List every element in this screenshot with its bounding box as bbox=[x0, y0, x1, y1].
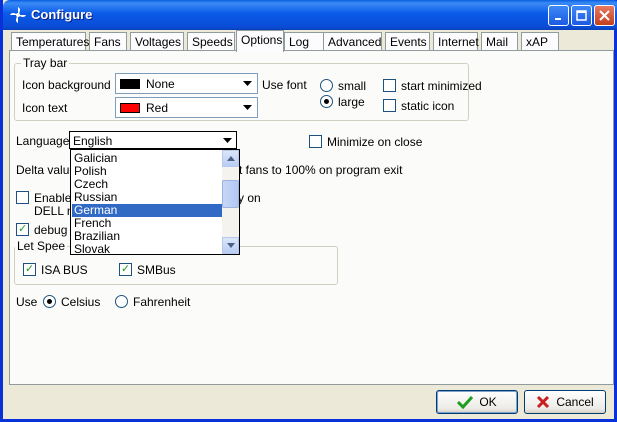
scroll-thumb[interactable] bbox=[222, 180, 239, 208]
ok-button[interactable]: OK bbox=[436, 390, 518, 414]
large-radio[interactable] bbox=[320, 95, 333, 108]
enable-checkbox[interactable] bbox=[16, 191, 29, 204]
static-icon-checkbox[interactable] bbox=[383, 99, 396, 112]
chevron-down-icon[interactable] bbox=[239, 99, 256, 116]
tab-fans[interactable]: Fans bbox=[89, 32, 127, 51]
checkmark-icon bbox=[457, 395, 474, 409]
enable-label: Enable bbox=[34, 191, 72, 205]
configure-window: Configure Temperatures Fans Voltages Spe… bbox=[0, 0, 617, 422]
delta-value-label: Delta value bbox=[16, 163, 77, 177]
list-item[interactable]: Brazilian bbox=[72, 230, 222, 243]
tab-events[interactable]: Events bbox=[385, 32, 430, 51]
maximize-icon bbox=[576, 10, 587, 21]
fahrenheit-radio[interactable] bbox=[115, 295, 128, 308]
start-minimized-label: start minimized bbox=[401, 79, 482, 93]
debug-label: debug bbox=[34, 223, 68, 237]
small-label: small bbox=[338, 79, 367, 93]
language-label: Language bbox=[16, 134, 70, 148]
tab-temperatures[interactable]: Temperatures bbox=[11, 32, 89, 51]
fan-icon bbox=[10, 7, 26, 23]
dropdown-scrollbar[interactable] bbox=[222, 150, 239, 254]
minimize-on-close-checkbox[interactable] bbox=[309, 135, 322, 148]
minimize-icon bbox=[555, 18, 561, 20]
scroll-down-button[interactable] bbox=[222, 237, 239, 254]
tab-mail[interactable]: Mail bbox=[481, 32, 518, 51]
maximize-button[interactable] bbox=[571, 5, 592, 26]
language-value: English bbox=[73, 134, 113, 148]
cancel-label: Cancel bbox=[556, 395, 594, 409]
minimize-on-close-label: Minimize on close bbox=[327, 135, 423, 149]
window-title: Configure bbox=[31, 7, 93, 22]
client-area: Temperatures Fans Voltages Speeds Option… bbox=[6, 30, 617, 419]
tab-advanced[interactable]: Advanced bbox=[323, 32, 382, 51]
close-button[interactable] bbox=[594, 5, 615, 26]
icon-background-label: Icon background bbox=[22, 78, 111, 92]
fahrenheit-label: Fahrenheit bbox=[133, 295, 191, 309]
icon-text-label: Icon text bbox=[22, 101, 68, 115]
icon-text-combo[interactable]: Red bbox=[115, 97, 258, 118]
cross-icon bbox=[537, 395, 550, 409]
ok-label: OK bbox=[479, 395, 497, 409]
close-icon bbox=[599, 10, 610, 21]
icon-background-swatch bbox=[120, 79, 140, 89]
use-font-label: Use font bbox=[262, 78, 307, 92]
chevron-down-icon[interactable] bbox=[239, 75, 256, 92]
chevron-down-icon[interactable] bbox=[219, 133, 235, 148]
isa-bus-checkbox[interactable] bbox=[23, 263, 36, 276]
tab-log[interactable]: Log bbox=[284, 32, 324, 51]
minimize-button[interactable] bbox=[548, 5, 569, 26]
celsius-radio[interactable] bbox=[43, 295, 56, 308]
y-on-label: y on bbox=[238, 191, 261, 205]
large-label: large bbox=[338, 95, 365, 109]
chevron-up-icon bbox=[226, 156, 235, 161]
tab-xap[interactable]: xAP bbox=[521, 32, 559, 51]
icon-background-value: None bbox=[146, 77, 175, 91]
use-label: Use bbox=[16, 295, 38, 309]
list-item[interactable]: Slovak bbox=[72, 243, 222, 254]
cancel-button[interactable]: Cancel bbox=[524, 390, 606, 414]
language-combo[interactable]: English bbox=[69, 131, 237, 149]
language-dropdown-list[interactable]: Galician Polish Czech Russian German Fre… bbox=[70, 149, 240, 255]
tab-internet[interactable]: Internet bbox=[433, 32, 479, 51]
small-radio[interactable] bbox=[320, 79, 333, 92]
isa-bus-label: ISA BUS bbox=[41, 263, 88, 277]
tab-voltages[interactable]: Voltages bbox=[130, 32, 184, 51]
icon-text-swatch bbox=[120, 103, 140, 113]
tray-bar-title: Tray bar bbox=[21, 56, 70, 70]
tab-speeds[interactable]: Speeds bbox=[187, 32, 235, 51]
smbus-checkbox[interactable] bbox=[119, 263, 132, 276]
celsius-label: Celsius bbox=[61, 295, 101, 309]
icon-text-value: Red bbox=[146, 101, 169, 115]
static-icon-label: static icon bbox=[401, 99, 455, 113]
smbus-label: SMBus bbox=[137, 263, 176, 277]
icon-background-combo[interactable]: None bbox=[115, 73, 258, 94]
chevron-down-icon bbox=[226, 243, 235, 248]
title-bar[interactable]: Configure bbox=[3, 0, 617, 30]
start-minimized-checkbox[interactable] bbox=[383, 79, 396, 92]
scroll-up-button[interactable] bbox=[222, 150, 239, 167]
let-speed-title: Let Spee bbox=[15, 239, 68, 253]
dell-label: DELL n bbox=[34, 204, 74, 218]
fans-exit-label: t fans to 100% on program exit bbox=[239, 163, 403, 177]
debug-checkbox[interactable] bbox=[16, 223, 29, 236]
tab-options[interactable]: Options bbox=[236, 30, 284, 52]
